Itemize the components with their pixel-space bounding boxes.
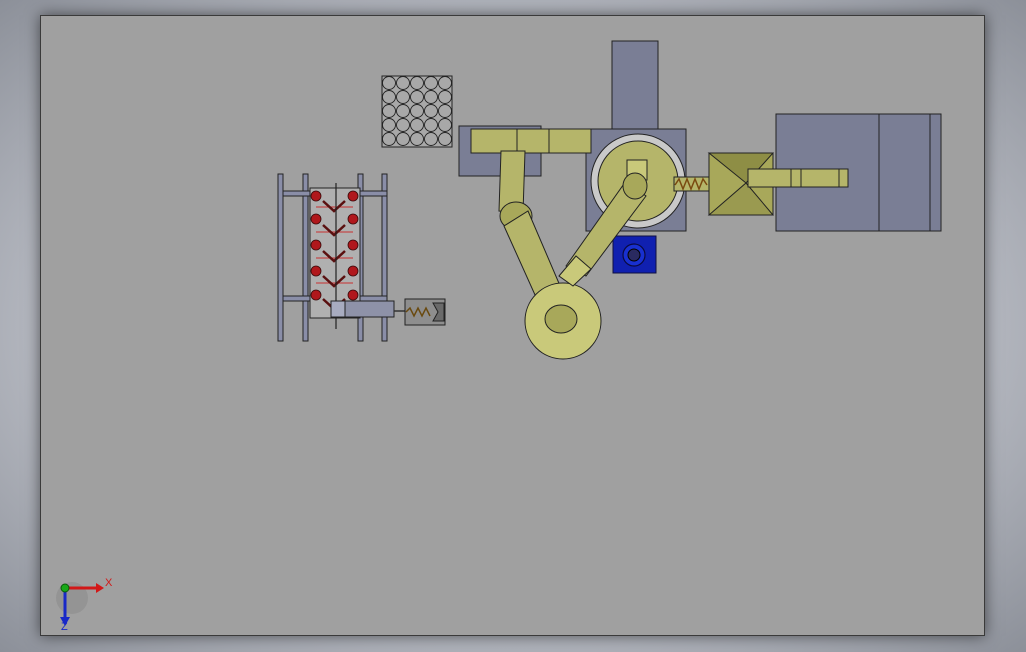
right-station[interactable] xyxy=(673,113,942,232)
rack-rail-2 xyxy=(302,173,309,342)
parts-pallet[interactable] xyxy=(381,75,453,148)
rack-rail-1 xyxy=(277,173,284,342)
robot-base[interactable] xyxy=(458,40,687,274)
graphics-viewport[interactable]: X Z xyxy=(40,15,985,636)
pallet-frame xyxy=(381,75,453,148)
z-axis-label: Z xyxy=(61,621,68,633)
x-axis-head xyxy=(96,583,104,593)
wrist-joint xyxy=(544,304,578,334)
push-cylinder-cap xyxy=(330,300,346,318)
motor-shaft xyxy=(627,248,641,262)
y-axis-dot xyxy=(60,583,70,593)
tool-shaft xyxy=(747,168,849,188)
cad-scene[interactable] xyxy=(41,16,986,637)
arm-upper-beam xyxy=(470,128,592,154)
fixture-rack[interactable] xyxy=(277,173,446,342)
shoulder-joint xyxy=(622,172,648,200)
triad-icon xyxy=(56,582,104,626)
x-axis-label: X xyxy=(105,577,113,589)
